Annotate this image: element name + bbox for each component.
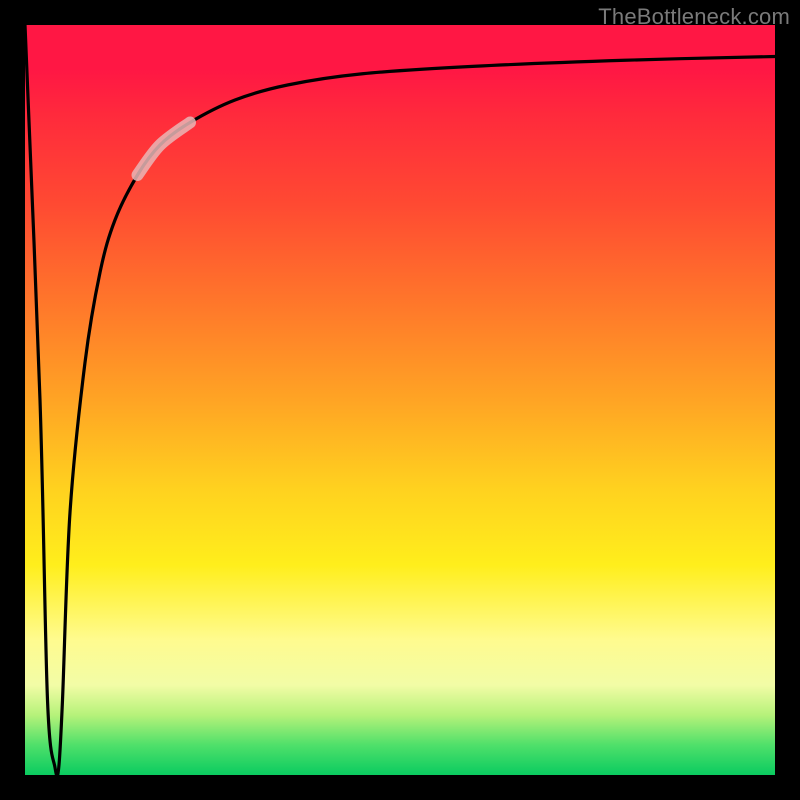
bottleneck-curve-highlight (138, 123, 191, 176)
chart-frame: TheBottleneck.com (0, 0, 800, 800)
plot-area (25, 25, 775, 775)
bottleneck-curve-path (25, 25, 775, 776)
curve-svg (25, 25, 775, 775)
